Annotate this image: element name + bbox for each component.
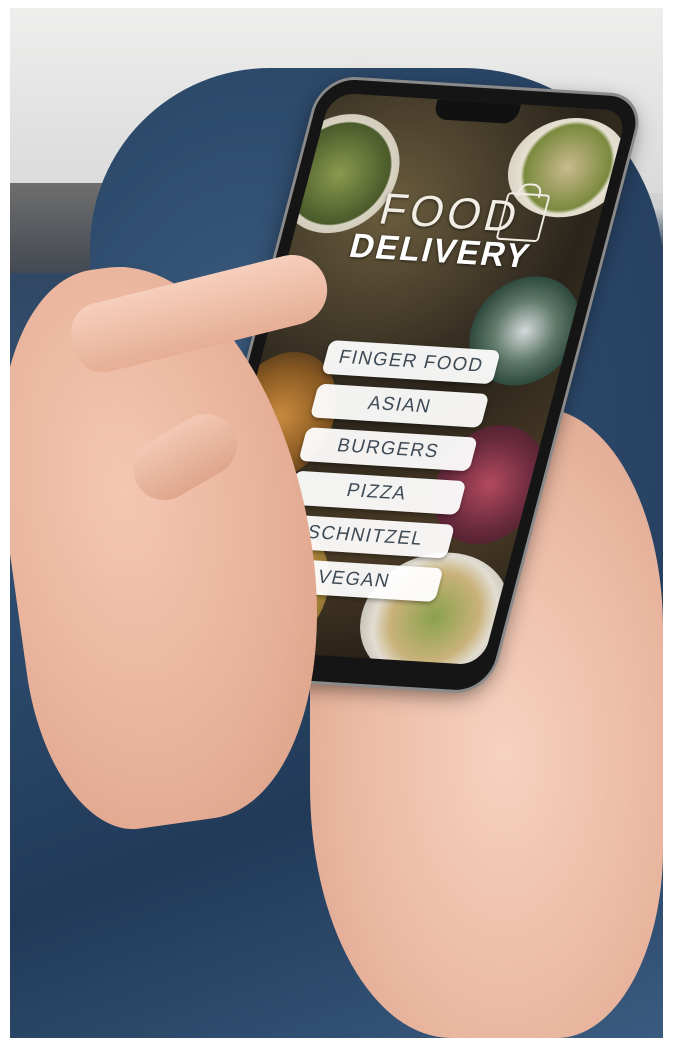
phone-notch — [432, 99, 522, 125]
category-button-asian[interactable]: ASIAN — [309, 383, 490, 428]
photo-scene: FOOD DELIVERY FINGER FOOD ASIAN BURGERS … — [10, 8, 663, 1038]
category-button-burgers[interactable]: BURGERS — [298, 427, 478, 472]
category-button-pizza[interactable]: PIZZA — [286, 470, 467, 515]
app-logo: FOOD DELIVERY — [287, 180, 605, 281]
